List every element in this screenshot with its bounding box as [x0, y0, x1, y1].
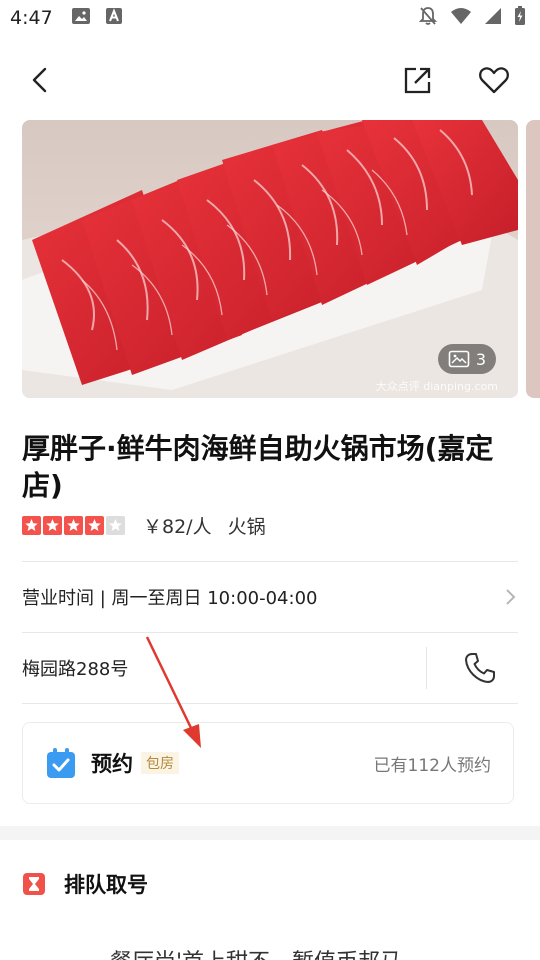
- a-badge-icon: [105, 7, 123, 29]
- star-icon: [106, 515, 125, 535]
- star-icon: [43, 515, 62, 535]
- battery-charging-icon: [514, 6, 526, 30]
- chevron-left-icon: [32, 67, 47, 93]
- back-button[interactable]: [20, 60, 60, 100]
- booking-label: 预约: [91, 752, 133, 776]
- star-icon: [64, 515, 83, 535]
- private-room-tag: 包房: [141, 752, 179, 774]
- notifications-off-icon: [418, 6, 438, 30]
- category: 火锅: [227, 515, 266, 538]
- queue-section-header: 排队取号: [22, 862, 148, 906]
- top-nav: [0, 52, 540, 108]
- shop-name: 厚胖子·鲜牛肉海鲜自助火锅市场(嘉定店): [22, 432, 494, 502]
- business-hours-row[interactable]: 营业时间 | 周一至周日 10:00-04:00: [22, 562, 518, 632]
- star-icon: [85, 515, 104, 535]
- gallery-icon: [448, 350, 470, 368]
- address-row[interactable]: 梅园路288号: [22, 633, 518, 703]
- chevron-right-icon: [506, 589, 516, 605]
- image-icon: [71, 7, 91, 29]
- share-icon: [404, 67, 431, 94]
- call-button[interactable]: [458, 648, 502, 688]
- calendar-check-icon: [47, 748, 75, 778]
- signal-icon: [484, 7, 502, 29]
- booking-card[interactable]: 预约 包房 已有112人预约: [22, 722, 514, 804]
- heart-icon: [479, 67, 509, 94]
- divider: [22, 703, 518, 704]
- business-hours: 营业时间 | 周一至周日 10:00-04:00: [22, 588, 318, 609]
- star-icon: [22, 515, 41, 535]
- favorite-button[interactable]: [474, 60, 514, 100]
- status-bar: 4:47: [0, 0, 540, 36]
- shop-meta: ￥82/人 火锅: [22, 512, 266, 538]
- vertical-divider: [426, 647, 427, 689]
- wifi-icon: [450, 7, 472, 29]
- share-button[interactable]: [398, 60, 438, 100]
- photo-count: 3: [475, 349, 486, 369]
- phone-icon: [465, 653, 495, 683]
- next-photo-peek[interactable]: [526, 120, 540, 398]
- queue-status-text: 餐厅尚'首上甜不，暂值币邦马: [110, 944, 402, 960]
- booking-count: 已有112人预约: [373, 755, 491, 776]
- rating-stars: [22, 515, 125, 535]
- section-gap: [0, 826, 540, 840]
- photo-count-badge[interactable]: 3: [437, 344, 496, 374]
- status-time: 4:47: [10, 7, 53, 29]
- avg-price: ￥82/人: [143, 515, 212, 538]
- watermark: 大众点评 dianping.com: [375, 380, 498, 393]
- shop-photo[interactable]: 3 大众点评 dianping.com: [22, 120, 518, 398]
- address: 梅园路288号: [22, 659, 129, 680]
- queue-title: 排队取号: [64, 873, 148, 897]
- hourglass-icon: [23, 873, 45, 895]
